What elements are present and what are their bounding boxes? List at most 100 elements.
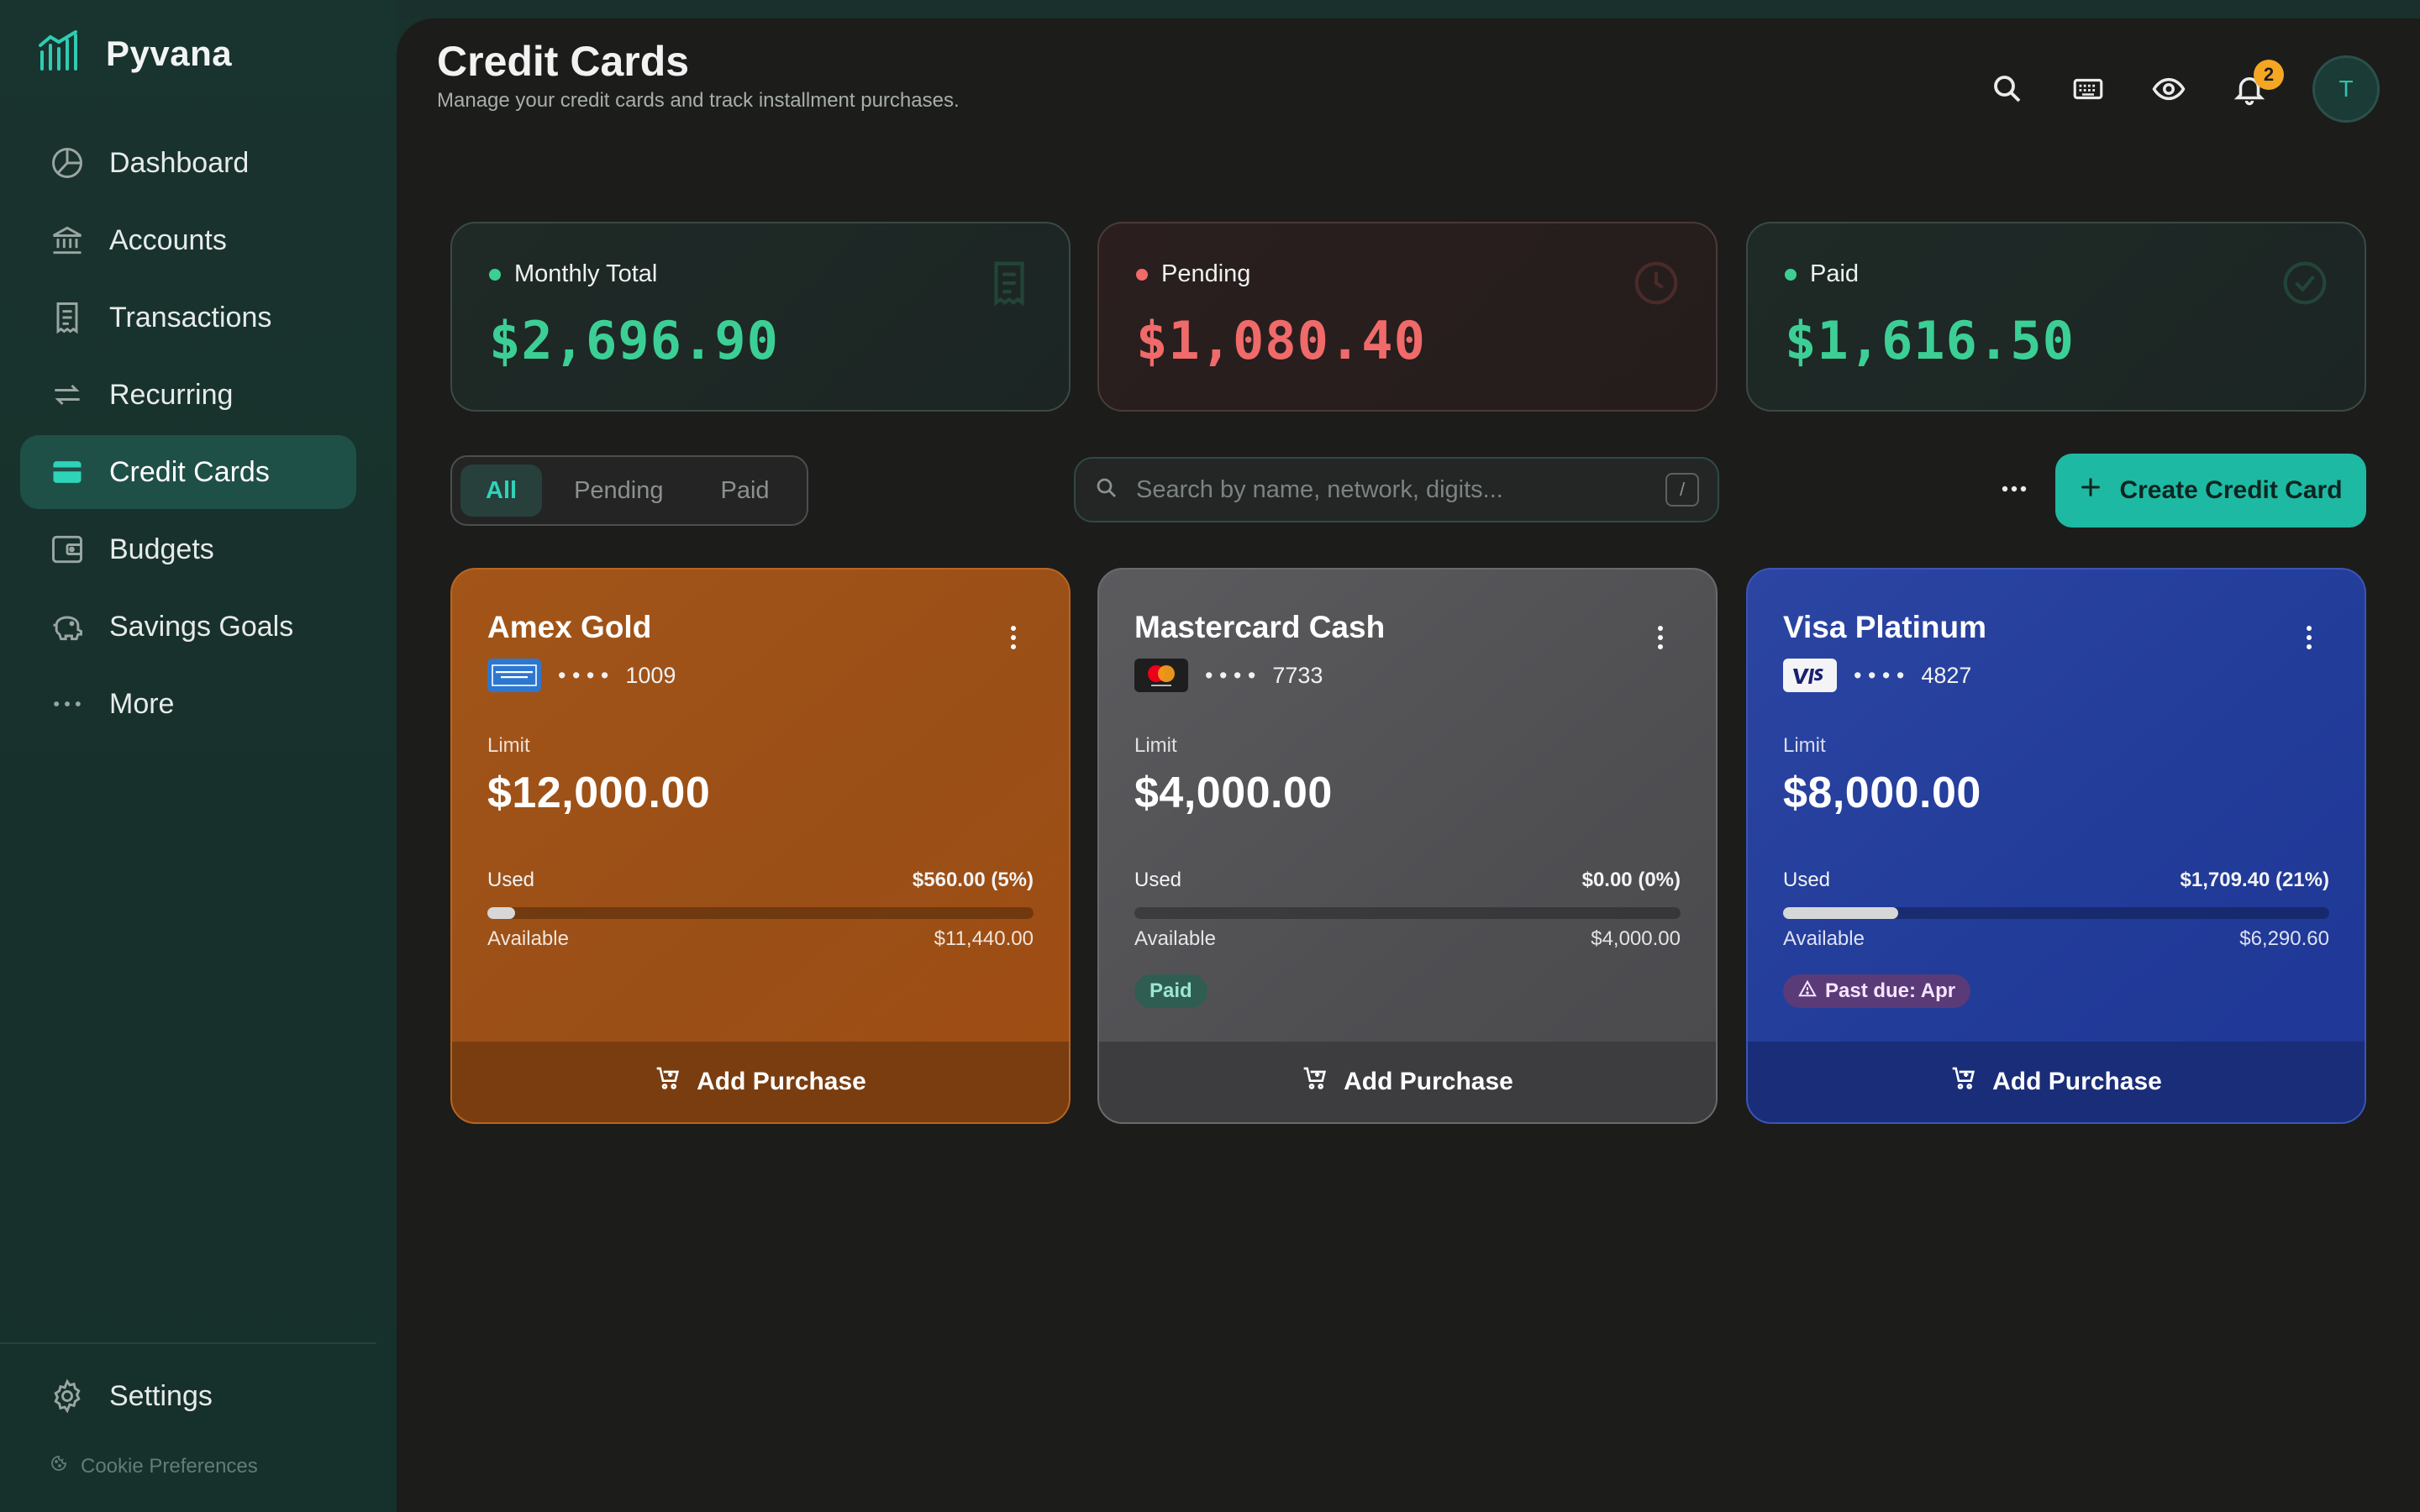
card-id-row: • • • • 4827 [1783,659,1971,692]
sidebar-item-credit-cards[interactable]: Credit Cards [20,435,356,509]
cookie-preferences-link[interactable]: Cookie Preferences [49,1453,258,1479]
card-menu-icon[interactable] [1008,625,1018,650]
status-dot [1785,268,1797,281]
search-input[interactable] [1136,475,1665,504]
card-available-value: $11,440.00 [934,927,1034,950]
cart-plus-icon [1950,1065,1977,1099]
sidebar-item-label: Transactions [109,301,272,333]
add-purchase-label: Add Purchase [1344,1068,1513,1095]
piggy-bank-icon [49,608,86,645]
card-menu-icon[interactable] [1655,625,1665,650]
stat-label: Pending [1161,260,1251,287]
filter-tab-paid[interactable]: Paid [696,465,795,517]
status-badge-past-due: Past due: Apr [1783,974,1971,1008]
sidebar-item-label: More [109,687,175,720]
card-used-label: Used [487,869,535,891]
status-dot [1136,268,1148,281]
sidebar-item-label: Recurring [109,378,234,411]
card-limit-label: Limit [1783,734,1826,757]
more-options-button[interactable] [1993,472,2035,506]
sidebar-item-label: Accounts [109,223,227,256]
card-available-row: Available $4,000.00 [1134,927,1681,951]
card-limit-label: Limit [1134,734,1177,757]
add-purchase-button[interactable]: Add Purchase [452,1042,1069,1122]
sidebar-item-accounts[interactable]: Accounts [20,203,356,277]
header-actions: 2 T [1990,55,2380,123]
card-available-label: Available [1134,927,1216,950]
card-available-row: Available $6,290.60 [1783,927,2329,951]
sidebar-item-recurring[interactable]: Recurring [20,358,356,432]
main-content: Credit Cards Manage your credit cards an… [397,18,2420,1512]
stat-label-row: Pending [1136,260,1716,288]
eye-icon[interactable] [2151,71,2186,107]
clock-icon [1630,257,1682,313]
visa-logo-icon [1783,659,1837,692]
card-usage-bar [1783,907,2329,919]
wallet-icon [49,531,86,568]
sidebar-divider [0,1342,376,1344]
more-horizontal-icon [2002,486,2027,492]
sidebar-item-label: Budgets [109,533,214,565]
search-shortcut-hint: / [1665,473,1699,507]
page-title: Credit Cards [437,38,690,85]
card-used-value: $560.00 (5%) [912,869,1034,891]
stat-label: Paid [1810,260,1860,287]
stat-card-paid: Paid $1,616.50 [1746,222,2366,412]
card-limit-value: $8,000.00 [1783,769,1981,817]
avatar[interactable]: T [2312,55,2380,123]
add-purchase-button[interactable]: Add Purchase [1748,1042,2365,1122]
sidebar-item-label: Dashboard [109,146,250,179]
filter-tab-all[interactable]: All [460,465,543,517]
filter-tab-pending[interactable]: Pending [549,465,688,517]
stat-label-row: Monthly Total [489,260,1069,288]
card-id-row: • • • • 7733 [1134,659,1323,692]
card-available-value: $4,000.00 [1591,927,1681,950]
card-used-row: Used $0.00 (0%) [1134,869,1681,892]
sidebar-item-budgets[interactable]: Budgets [20,512,356,586]
card-available-row: Available $11,440.00 [487,927,1034,951]
bank-icon [49,222,86,259]
bell-icon[interactable]: 2 [2232,60,2284,107]
stat-card-monthly-total: Monthly Total $2,696.90 [450,222,1071,412]
plus-icon [2079,475,2102,506]
sidebar-item-transactions[interactable]: Transactions [20,281,356,354]
credit-card-tile-visa: Visa Platinum • • • • 4827 Limit $8,000.… [1746,568,2366,1124]
stat-label: Monthly Total [514,260,658,287]
search-box: / [1074,457,1719,522]
notification-badge: 2 [2254,60,2284,90]
search-icon[interactable] [1990,71,2025,107]
sidebar-nav: Dashboard Accounts Transactions Recurrin… [20,126,356,744]
sidebar-item-savings-goals[interactable]: Savings Goals [20,590,356,664]
card-mask-dots: • • • • [558,662,609,688]
card-usage-bar-fill [1783,907,1898,919]
mastercard-logo-icon [1134,659,1188,692]
card-name: Mastercard Cash [1134,610,1386,644]
stat-label-row: Paid [1785,260,2365,288]
brand[interactable]: Pyvana [37,30,232,76]
create-credit-card-label: Create Credit Card [2119,476,2343,504]
sidebar-item-settings[interactable]: Settings [49,1378,213,1415]
credit-card-tile-mastercard: Mastercard Cash • • • • 7733 Limit $4,00… [1097,568,1718,1124]
keyboard-icon[interactable] [2070,71,2106,107]
card-used-row: Used $560.00 (5%) [487,869,1034,892]
brand-name: Pyvana [106,33,233,73]
card-last4: 4827 [1921,662,1972,688]
stat-value: $2,696.90 [489,310,779,371]
sidebar-item-dashboard[interactable]: Dashboard [20,126,356,200]
create-credit-card-button[interactable]: Create Credit Card [2055,454,2366,528]
card-used-label: Used [1783,869,1831,891]
stat-card-pending: Pending $1,080.40 [1097,222,1718,412]
card-used-value: $0.00 (0%) [1581,869,1681,891]
card-usage-bar [1134,907,1681,919]
status-filter: All Pending Paid [450,455,808,526]
add-purchase-label: Add Purchase [1992,1068,2162,1095]
more-horizontal-icon [49,685,86,722]
add-purchase-button[interactable]: Add Purchase [1099,1042,1716,1122]
page-subtitle: Manage your credit cards and track insta… [437,89,960,112]
cart-plus-icon [1302,1065,1328,1099]
sidebar-item-more[interactable]: More [20,667,356,741]
sidebar-item-label: Savings Goals [109,610,294,643]
status-dot [489,268,501,281]
card-available-value: $6,290.60 [2239,927,2329,950]
card-menu-icon[interactable] [2304,625,2314,650]
